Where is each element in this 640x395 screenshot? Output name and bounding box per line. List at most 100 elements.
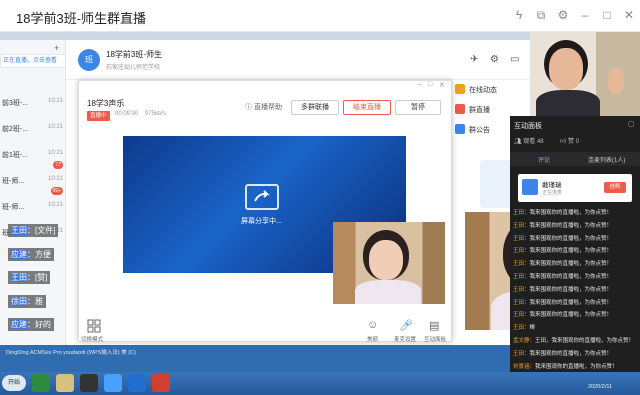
- camera-app-icon[interactable]: [80, 374, 98, 392]
- start-button[interactable]: 开始: [2, 375, 26, 391]
- help-icon: ⓘ: [245, 104, 252, 111]
- comment-user: 王田：: [513, 274, 530, 280]
- unread-badge: 77: [53, 161, 63, 169]
- tab-lianmai[interactable]: 连麦列表(1人): [588, 155, 625, 164]
- comment-item: 王田：我来围观你的直播啦，为你点赞！: [513, 234, 612, 242]
- comment-user: 王田：: [513, 312, 530, 319]
- danmaku-item: 王田：[赞]: [8, 271, 51, 284]
- minimize-icon[interactable]: –: [417, 81, 421, 88]
- media-player-icon[interactable]: [32, 374, 50, 392]
- chat-list-item[interactable]: 前3班-... 10:21: [0, 96, 65, 122]
- comment-text: 棒: [529, 325, 536, 332]
- pause-button[interactable]: 暂停: [395, 100, 441, 115]
- screen-share-icon: [245, 184, 279, 210]
- switch-mode-icon[interactable]: [87, 319, 103, 333]
- browser-icon[interactable]: [104, 374, 122, 392]
- danmaku-text: 雅: [35, 296, 43, 306]
- side-item-online[interactable]: 在线动态: [455, 80, 530, 100]
- tab-comments[interactable]: 评论: [538, 155, 550, 164]
- comment-item: 王田：我来围观你的直播啦，为你点赞！: [513, 246, 612, 254]
- chat-list-item[interactable]: 前1班-... 10:21 77: [0, 148, 65, 174]
- add-icon[interactable]: +: [54, 43, 59, 53]
- interactive-panel: 互动面板 ▢ 👥︎ 观看 48 👍︎ 赞 0 评论 连麦列表(1人) 戴瑾瑞 正…: [510, 116, 640, 391]
- ipanel-title: 互动面板: [514, 123, 542, 130]
- chat-list-item[interactable]: 班-师... 10:21 99+: [0, 174, 65, 200]
- comment-text: 我来围观你的直播啦，为你点赞！: [529, 235, 613, 242]
- hangup-button[interactable]: 挂断: [604, 182, 626, 193]
- danmaku-separator: ：: [27, 320, 35, 329]
- ime-bar: DingDing ACMSex Pro youdaodi (WPS输入法) 美 …: [0, 345, 510, 372]
- comment-user: 刘景涵：: [513, 363, 536, 370]
- webcam-teacher[interactable]: [530, 32, 640, 116]
- interactive-panel-label: 互动面板: [424, 337, 447, 343]
- close-icon[interactable]: ✕: [622, 8, 636, 22]
- beauty-label: 美颜: [367, 337, 379, 343]
- comment-item: 王田：我来围观你的直播啦，为你点赞！: [513, 208, 612, 216]
- group-subtitle: 石家庄幼儿师范学校: [106, 65, 161, 71]
- settings-icon[interactable]: ⚙: [490, 54, 499, 65]
- microphone-icon[interactable]: 🎤︎: [399, 319, 413, 332]
- help-link[interactable]: ⓘ 直播帮助: [245, 102, 282, 112]
- notice-icon: [455, 124, 465, 134]
- explorer-icon[interactable]: [56, 374, 74, 392]
- comment-text: 我来围观你的直播啦，为你点赞！: [529, 350, 613, 357]
- ipanel-close-icon[interactable]: ▢: [628, 120, 635, 128]
- switch-mode-label: 切换模式: [81, 337, 104, 343]
- lightning-icon[interactable]: ϟ: [512, 8, 526, 22]
- danmaku-user: 王田: [11, 226, 27, 235]
- comment-text: 我来围观你的直播啦，为你点赞！: [529, 210, 613, 216]
- comment-item: 王田：我来围观你的直播啦，为你点赞！: [513, 349, 612, 357]
- multi-group-button[interactable]: 多群联播: [291, 100, 339, 115]
- ime-text: DingDing ACMSex Pro youdaodi (WPS输入法) 美 …: [6, 350, 136, 356]
- comment-text: 我来围观你的直播啦，为你点赞！: [529, 299, 613, 306]
- danmaku-text: 好的: [35, 320, 51, 329]
- comment-user: 王田：: [513, 222, 530, 229]
- live-icon: [455, 104, 465, 114]
- danmaku-separator: ：: [27, 273, 35, 282]
- danmaku-text: 方便: [35, 249, 51, 259]
- taskbar: 开始 2020/2/11: [0, 372, 640, 395]
- thumbs-up-icon: 👍︎: [560, 139, 567, 145]
- comment-item: 王田：我来围观你的直播啦，为你点赞！: [513, 272, 612, 280]
- end-live-button[interactable]: 结束直播: [343, 100, 391, 115]
- comment-list[interactable]: 王田：我来围观你的直播啦，为你点赞！ 王田：我来围观你的直播啦，为你点赞！ 王田：我…: [510, 204, 640, 390]
- group-header: 班 18学前3班-师生 石家庄幼儿师范学校 ✈ ⚙ ▭: [66, 40, 530, 80]
- comment-item: 王田：我来围观你的直播啦，为你点赞！: [513, 285, 612, 293]
- live-duration: 00:09:30: [115, 111, 139, 117]
- minimize-icon[interactable]: –: [578, 8, 592, 22]
- lianmai-user-status: 正在连麦: [542, 190, 563, 196]
- settings-icon[interactable]: ⚙: [556, 8, 570, 22]
- wps-icon[interactable]: [152, 374, 170, 392]
- comment-text: 我来围观你的直播啦，为你点赞！: [529, 286, 613, 293]
- comment-text: 我来围观你的直播啦，为你点赞！: [529, 261, 613, 268]
- comment-item: 孟文静：王田，我来围观你的直播啦，为你点赞！: [513, 336, 634, 344]
- beauty-icon[interactable]: ☺: [367, 319, 378, 331]
- like-count: 👍︎ 赞 0: [560, 139, 579, 145]
- comment-item: 王田：我来围观你的直播啦，为你点赞！: [513, 298, 612, 306]
- date-label: 2020/2/11: [588, 384, 613, 390]
- comment-text: 我来围观你的直播啦，为你点赞！: [535, 363, 618, 370]
- folder-icon[interactable]: ▭: [510, 54, 519, 65]
- danmaku-separator: ：: [27, 249, 35, 259]
- chat-list-item[interactable]: 前2班-... 10:21: [0, 122, 65, 148]
- comment-item: 王田：我来围观你的直播啦，为你点赞！: [513, 310, 612, 318]
- close-icon[interactable]: ✕: [439, 81, 445, 89]
- live-banner[interactable]: 正在直播，点击查看: [0, 54, 65, 68]
- comment-user: 孟文静：: [513, 338, 536, 344]
- comment-item: 王田：棒: [513, 323, 535, 331]
- comment-item: 王田：我来围观你的直播啦，为你点赞！: [513, 259, 612, 267]
- chat-list-item[interactable]: 班-师... 10:21: [0, 200, 65, 226]
- group-avatar[interactable]: 班: [78, 49, 100, 71]
- maximize-icon[interactable]: □: [428, 81, 432, 88]
- danmaku-separator: ：: [27, 296, 35, 306]
- dialog-controls: – □ ✕: [79, 81, 451, 91]
- pin-icon[interactable]: ✈: [470, 54, 478, 65]
- dingtalk-icon[interactable]: [128, 374, 146, 392]
- maximize-icon[interactable]: □: [600, 8, 614, 22]
- comment-user: 王田：: [513, 261, 530, 268]
- comment-text: 我来围观你的直播啦，为你点赞！: [529, 248, 613, 255]
- chat-icon[interactable]: ▤: [429, 319, 439, 332]
- webcam-student-small[interactable]: [333, 222, 445, 304]
- screen-icon[interactable]: ⧉: [534, 8, 548, 22]
- comment-user: 王田：: [513, 286, 530, 293]
